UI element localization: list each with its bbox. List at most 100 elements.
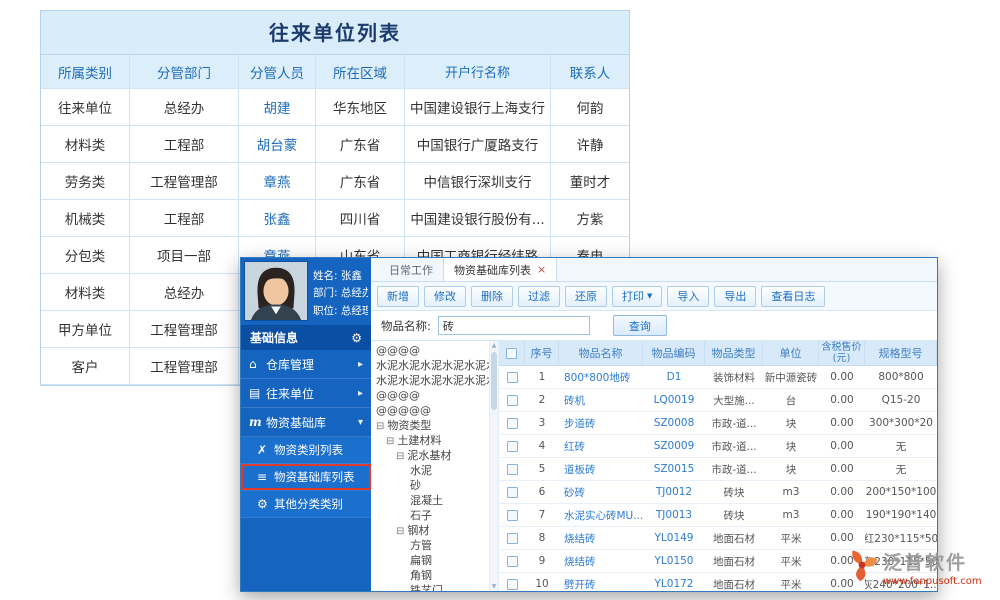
table-row[interactable]: 5 道板砖 SZ0015 市政-道... 块 0.00 无 [499,458,937,481]
cell-department: 工程管理部 [130,348,239,385]
table-row[interactable]: 2 砖机 LQ0019 大型施... 台 0.00 Q15-20 [499,389,937,412]
print-label: 打印 [622,288,644,304]
table-row[interactable]: 8 烧结砖 YL0149 地面石材 平米 0.00 红230*115*50 [499,527,937,550]
sidebar-subitem-other-categories[interactable]: ⚙ 其他分类类别 [241,491,371,518]
cell-index: 5 [525,458,559,480]
row-checkbox[interactable] [507,464,518,475]
cell-category: 分包类 [41,237,130,274]
column-header-category: 所属类别 [41,55,130,89]
filter-button[interactable]: 过滤 [518,286,560,307]
page-title: 往来单位列表 [41,11,629,55]
screen: 往来单位列表 所属类别 分管部门 分管人员 所在区域 开户行名称 联系人 往来单… [0,0,1000,600]
cell-item-name[interactable]: 烧结砖 [559,527,643,549]
row-checkbox[interactable] [507,510,518,521]
tree-item-masonry-base[interactable]: ⊟泥水基材 [371,448,489,463]
export-button[interactable]: 导出 [714,286,756,307]
tree-item-iron-gate[interactable]: 铁艺门 [371,583,489,591]
tree-item-concrete[interactable]: 混凝土 [371,493,489,508]
tree-item-material-type[interactable]: ⊟物资类型 [371,418,489,433]
import-button[interactable]: 导入 [667,286,709,307]
tree-item[interactable]: @@@@ [371,388,489,403]
row-checkbox[interactable] [507,441,518,452]
cell-item-name[interactable]: 烧结砖 [559,550,643,572]
row-checkbox[interactable] [507,395,518,406]
table-row[interactable]: 4 红砖 SZ0009 市政-道... 块 0.00 无 [499,435,937,458]
cell-item-type: 砖块 [705,481,763,503]
delete-button[interactable]: 删除 [471,286,513,307]
view-log-button[interactable]: 查看日志 [761,286,825,307]
tree-item-sand[interactable]: 砂 [371,478,489,493]
tree-item-gravel[interactable]: 石子 [371,508,489,523]
collapse-icon[interactable]: ⊟ [376,421,384,432]
print-button[interactable]: 打印 ▼ [612,286,662,307]
tree-label: 铁艺门 [410,584,443,591]
tree-item[interactable]: @@@@ [371,343,489,358]
scroll-down-icon[interactable]: ▼ [490,582,498,591]
cell-item-name[interactable]: 砖机 [559,389,643,411]
table-row[interactable]: 1 800*800地砖 D1 装饰材料 新中源瓷砖 0.00 800*800 [499,366,937,389]
cell-item-name[interactable]: 劈开砖 [559,573,643,591]
tree-item-steel[interactable]: ⊟钢材 [371,523,489,538]
cell-item-name[interactable]: 砂砖 [559,481,643,503]
row-checkbox[interactable] [507,579,518,590]
tab-material-library-list[interactable]: 物资基础库列表 × [443,258,557,281]
sidebar-item-label: 物资基础库 [266,414,358,431]
tree-scrollbar[interactable]: ▲ ▼ [489,341,499,591]
row-checkbox[interactable] [507,533,518,544]
tree-item-cement[interactable]: 水泥 [371,463,489,478]
cell-unit: m3 [763,481,819,503]
tree-item[interactable]: 水泥水泥水泥水泥水泥水泥水泥水泥 [371,358,489,373]
tree-item[interactable]: @@@@@ [371,403,489,418]
tree-item-angle-steel[interactable]: 角钢 [371,568,489,583]
sidebar-subitem-material-library-list[interactable]: ≡ 物资基础库列表 [241,464,371,491]
toolbar: 新增 修改 删除 过滤 还原 打印 ▼ 导入 导出 查看日志 [371,282,937,311]
fanpu-logo-icon [845,548,879,582]
item-name-input[interactable] [438,316,590,335]
cell-item-type: 地面石材 [705,550,763,572]
select-all-checkbox[interactable] [506,348,517,359]
collapse-icon[interactable]: ⊟ [396,451,404,462]
table-row[interactable]: 6 砂砖 TJ0012 砖块 m3 0.00 200*150*100 [499,481,937,504]
table-row[interactable]: 7 水泥实心砖MU... TJ0013 砖块 m3 0.00 190*190*1… [499,504,937,527]
cell-item-code: D1 [643,366,705,388]
tree-item-flat-steel[interactable]: 扁钢 [371,553,489,568]
row-checkbox[interactable] [507,372,518,383]
close-icon[interactable]: × [537,263,546,276]
sidebar-item-material-library[interactable]: m 物资基础库 ▾ [241,408,371,437]
modify-button[interactable]: 修改 [424,286,466,307]
add-button[interactable]: 新增 [377,286,419,307]
cell-item-name[interactable]: 800*800地砖 [559,366,643,388]
restore-button[interactable]: 还原 [565,286,607,307]
cell-index: 7 [525,504,559,526]
table-row[interactable]: 往来单位 总经办 胡建 华东地区 中国建设银行上海支行 何韵 [41,89,629,126]
tree-item[interactable]: 水泥水泥水泥水泥水泥水泥水泥水泥 [371,373,489,388]
table-row[interactable]: 3 步道砖 SZ0008 市政-道... 块 0.00 300*300*20 [499,412,937,435]
tree-label: @@@@ [376,344,420,357]
query-button[interactable]: 查询 [613,315,667,336]
gear-icon[interactable]: ⚙ [351,331,362,345]
cell-item-name[interactable]: 步道砖 [559,412,643,434]
scroll-up-icon[interactable]: ▲ [490,341,498,350]
collapse-icon[interactable]: ⊟ [396,526,404,537]
table-row[interactable]: 机械类 工程部 张鑫 四川省 中国建设银行股份有... 方紫 [41,200,629,237]
cell-item-name[interactable]: 道板砖 [559,458,643,480]
cell-item-name[interactable]: 水泥实心砖MU... [559,504,643,526]
tree-item-civil-materials[interactable]: ⊟土建材料 [371,433,489,448]
sidebar-subitem-material-category-list[interactable]: ✗ 物资类别列表 [241,437,371,464]
table-row[interactable]: 材料类 工程部 胡台蒙 广东省 中国银行广厦路支行 许静 [41,126,629,163]
cell-spec: 800*800 [865,366,937,388]
row-checkbox[interactable] [507,556,518,567]
cell-item-name[interactable]: 红砖 [559,435,643,457]
cell-index: 4 [525,435,559,457]
row-checkbox[interactable] [507,418,518,429]
sidebar-item-contact-units[interactable]: ▤ 往来单位 ▸ [241,379,371,408]
scrollbar-thumb[interactable] [491,352,497,410]
material-library-window: 姓名: 张鑫 部门: 总经办 职位: 总经理 基础信息 ⚙ ⌂ 仓库管理 ▸ ▤… [240,257,938,592]
collapse-icon[interactable]: ⊟ [386,436,394,447]
cell-price: 0.00 [819,458,865,480]
tab-daily-work[interactable]: 日常工作 [379,258,443,281]
sidebar-item-warehouse[interactable]: ⌂ 仓库管理 ▸ [241,350,371,379]
tree-item-square-tube[interactable]: 方管 [371,538,489,553]
row-checkbox[interactable] [507,487,518,498]
table-row[interactable]: 劳务类 工程管理部 章燕 广东省 中信银行深圳支行 董时才 [41,163,629,200]
